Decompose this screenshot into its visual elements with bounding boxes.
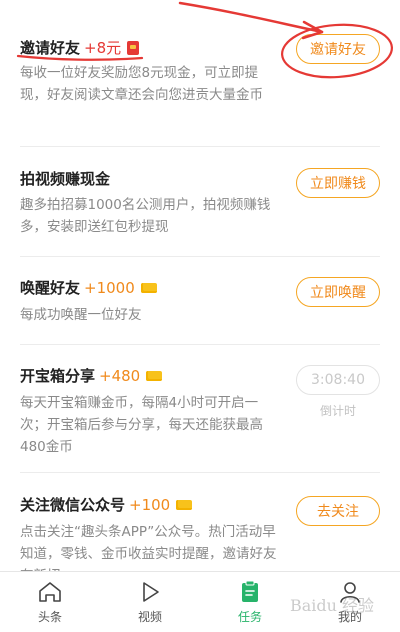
tab-label: 视频 [137,609,162,624]
task-icon [242,580,258,602]
home-icon [39,581,61,602]
watermark: Baidu 经验 [290,596,375,615]
tab-tasks[interactable]: 任务 [200,572,300,632]
gold-coin-icon [176,499,193,510]
follow-button[interactable]: 去关注 [296,496,380,526]
tab-home[interactable]: 头条 [0,572,100,632]
tab-label: 任务 [237,609,262,624]
task-description: 点击关注“趣头条APP”公众号。热门活动早知道，零钱、金币收益实时提醒，邀请好友… [20,524,277,571]
task-title: 关注微信公众号 [20,496,126,514]
task-follow-wechat: 关注微信公众号 +100 点击关注“趣头条APP”公众号。热门活动早知道，零钱、… [0,0,400,571]
task-title-row: 关注微信公众号 +100 [20,494,193,515]
reward-amount: +100 [129,495,171,514]
tab-video[interactable]: 视频 [100,572,200,632]
play-icon [143,581,159,602]
tab-label: 头条 [37,609,62,624]
